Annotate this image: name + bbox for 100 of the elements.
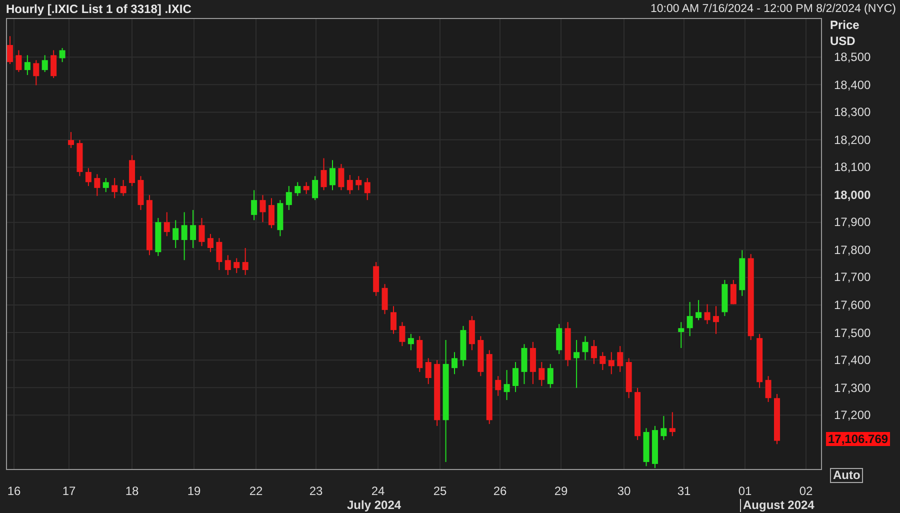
candlestick <box>712 306 719 334</box>
date-tick-label: 24 <box>371 484 385 498</box>
candlestick <box>425 358 432 385</box>
date-tick-label: 17 <box>62 484 76 498</box>
candlestick <box>7 36 13 64</box>
candlestick <box>556 324 562 355</box>
date-tick-label: 31 <box>677 484 691 498</box>
candlestick <box>600 352 606 371</box>
candlestick <box>59 48 66 63</box>
date-tick-label: 22 <box>249 484 263 498</box>
candlestick <box>678 322 684 348</box>
candlestick <box>346 174 353 195</box>
candlestick <box>686 301 693 337</box>
candlestick <box>660 416 667 440</box>
month-label: August 2024 <box>740 499 814 512</box>
date-range: 10:00 AM 7/16/2024 - 12:00 PM 8/2/2024 (NYC) <box>650 3 896 15</box>
last-price-tag: 17,106.769 <box>826 432 890 446</box>
candlestick <box>164 212 170 237</box>
candlestick <box>547 363 554 388</box>
price-tick-label: 17,500 <box>834 326 871 340</box>
date-tick-label: 26 <box>493 484 507 498</box>
candlestick <box>730 279 736 305</box>
price-tick-label: 17,200 <box>834 408 871 422</box>
price-tick-label: 18,100 <box>834 160 871 174</box>
date-tick-label: 25 <box>433 484 447 498</box>
price-tick-label: 17,300 <box>834 380 871 395</box>
candlestick <box>234 258 240 274</box>
candlestick <box>408 333 414 351</box>
date-tick-label: 30 <box>617 484 631 498</box>
candlestick <box>172 220 179 248</box>
price-tick-label: 18,400 <box>834 78 871 92</box>
candlestick <box>356 176 362 191</box>
candlestick <box>94 174 100 196</box>
currency-label: USD <box>830 34 856 48</box>
price-tick-label: 18,000 <box>834 188 871 202</box>
chart-title: Hourly [.IXIC List 1 of 3318] .IXIC <box>6 2 192 16</box>
candlestick <box>68 132 74 149</box>
candlestick <box>382 284 388 315</box>
auto-scale-button[interactable]: Auto <box>830 468 864 483</box>
candlestick <box>50 50 57 79</box>
candlestick <box>303 182 310 195</box>
candlestick <box>112 178 118 199</box>
candlestick <box>399 322 406 347</box>
candlestick <box>452 352 458 375</box>
date-tick-label: 23 <box>309 484 323 498</box>
candlestick <box>696 300 702 321</box>
candlestick <box>207 233 214 253</box>
price-tick-label: 17,700 <box>834 270 871 284</box>
candlestick <box>390 306 396 334</box>
candlestick <box>521 344 528 385</box>
month-label: July 2024 <box>346 499 402 512</box>
candlestick <box>102 178 109 193</box>
price-tick-label: 17,600 <box>834 298 871 312</box>
date-tick-label: 01 <box>738 484 752 498</box>
price-tick-label: 18,200 <box>834 132 871 147</box>
candlestick <box>320 158 327 191</box>
date-tick-label: 29 <box>554 484 568 498</box>
candlestick <box>85 168 92 187</box>
candlestick <box>268 198 274 229</box>
candlestick <box>42 54 48 72</box>
candlestick <box>608 352 614 375</box>
date-tick-label: 19 <box>187 484 201 498</box>
candlestick <box>33 60 40 86</box>
price-tick-label: 18,500 <box>834 50 871 64</box>
candlestick <box>24 54 30 76</box>
date-tick-label: 02 <box>799 484 813 498</box>
candlestick <box>538 362 545 386</box>
candlestick <box>294 182 301 196</box>
date-tick-label: 18 <box>125 484 139 498</box>
candlestick <box>669 412 676 437</box>
candlestick <box>504 370 510 401</box>
price-tick-label: 17,400 <box>834 353 871 368</box>
candlestick <box>286 186 292 210</box>
candlestick <box>190 209 196 248</box>
candlestick <box>338 163 344 191</box>
candlestick <box>120 179 126 196</box>
price-tick-label: 17,800 <box>834 242 871 257</box>
candlestick <box>582 336 588 361</box>
candlestick <box>129 154 136 187</box>
price-tick-label: 18,300 <box>834 105 871 120</box>
candlestick <box>251 190 258 221</box>
candlestick <box>224 254 231 276</box>
candlestick <box>329 160 336 191</box>
candlestick <box>468 316 475 351</box>
candlestick <box>242 247 248 276</box>
candlestick <box>312 176 318 201</box>
candlestick <box>530 341 536 385</box>
price-axis-title: Price <box>830 18 860 32</box>
candlestick <box>574 339 580 388</box>
candlestick <box>364 178 370 201</box>
date-tick-label: 16 <box>7 484 21 498</box>
candlestick <box>704 304 710 325</box>
candlestick <box>765 376 772 402</box>
price-tick-label: 17,900 <box>834 215 871 230</box>
candlestick <box>216 238 222 271</box>
candlestick <box>495 376 502 396</box>
candlestick <box>198 217 205 247</box>
candlestick <box>590 339 597 364</box>
candlestick <box>260 194 266 223</box>
candlestick <box>181 212 188 261</box>
